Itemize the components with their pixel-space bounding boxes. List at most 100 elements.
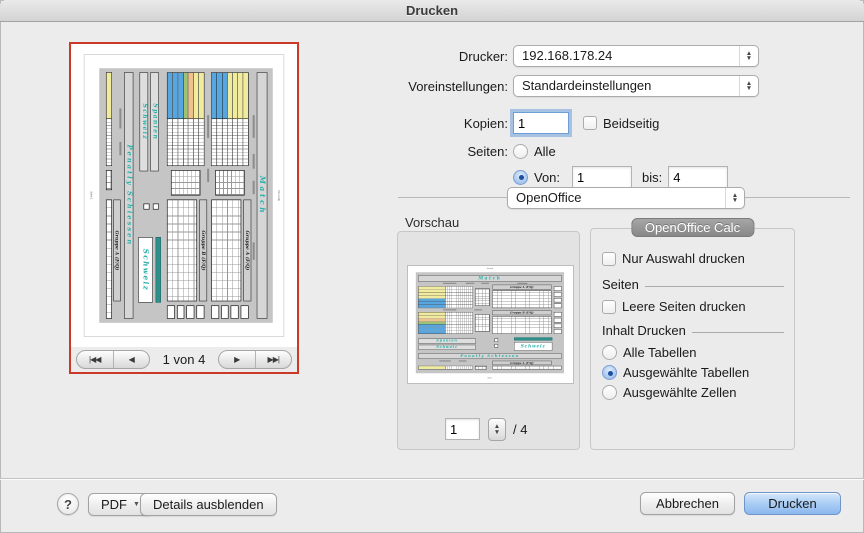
section-divider: [692, 332, 784, 333]
pages-to-label: bis:: [642, 170, 662, 185]
printer-popup[interactable]: 192.168.178.24 ▲ ▼: [513, 45, 759, 67]
micro-text-bar: [253, 181, 255, 194]
only-selection-checkbox[interactable]: [602, 252, 616, 266]
micro-text-bar: [481, 283, 489, 284]
micro-text-bar: [207, 169, 209, 182]
micro-text-bar: [207, 115, 209, 138]
pages-all-label: Alle: [534, 144, 556, 159]
sheet-header-text: Vorrunde: [408, 268, 572, 270]
sheet-grid-a2: [106, 170, 112, 190]
preview-section-label: Vorschau: [405, 215, 459, 230]
sheet-side-cells: [211, 305, 249, 318]
pages-from-label: Von:: [534, 170, 560, 185]
sheet-group-b-header: Gruppe B (F/Q): [492, 310, 551, 315]
copies-input[interactable]: [513, 112, 569, 134]
sheet-group-a-header: Gruppe A (F/Q): [243, 200, 251, 302]
printer-label: Drucker:: [380, 49, 508, 64]
duplex-checkbox[interactable]: [583, 116, 597, 130]
sheet-penalty-title: Penatly Schiessen: [418, 353, 562, 358]
sheet-grid-a2: [475, 366, 487, 370]
disclosure-arrow-icon: ▼: [133, 501, 140, 508]
sheet-group-a2-header: Gruppe A (F/Q): [113, 200, 120, 302]
cancel-button[interactable]: Abbrechen: [640, 492, 735, 515]
help-button[interactable]: ?: [57, 493, 79, 515]
sheet-table-a: [211, 72, 249, 166]
micro-text-bar: [466, 283, 475, 284]
pages-section-label: Seiten: [602, 277, 639, 292]
first-page-button[interactable]: |◀◀: [77, 351, 113, 368]
pages-range-radio[interactable]: [513, 170, 528, 185]
dialog-title: Drucken: [0, 0, 864, 22]
sheet-schweiz-label: Schweiz: [139, 72, 148, 171]
selected-cells-radio[interactable]: [602, 385, 617, 400]
sheet-results-a2: [106, 200, 112, 319]
preview-page: Vorrunde Match Gruppe A (F/Q) Gruppe B (…: [408, 266, 573, 383]
micro-text-bar: [253, 242, 255, 259]
sheet-winner-bar: [514, 337, 552, 340]
last-page-button[interactable]: ▶▶|: [255, 351, 292, 368]
hide-details-button[interactable]: Details ausblenden: [140, 493, 277, 516]
calc-options-panel: OpenOffice Calc Nur Auswahl drucken Seit…: [590, 228, 795, 450]
section-divider: [645, 286, 784, 287]
page-stepper[interactable]: ▲ ▼: [488, 418, 506, 441]
pages-section-header: Seiten: [602, 277, 784, 292]
app-options-popup[interactable]: OpenOffice ▲ ▼: [507, 187, 745, 209]
empty-pages-checkbox[interactable]: [602, 300, 616, 314]
sheet-grid-a: [475, 289, 490, 306]
pages-all-radio[interactable]: [513, 144, 528, 159]
micro-text-bar: [253, 115, 255, 138]
cancel-label: Abbrechen: [656, 496, 719, 511]
print-page-sheet: Vorrunde Match Gruppe A (F/Q) Gruppe B (…: [85, 55, 284, 336]
down-arrow-icon: ▼: [746, 56, 752, 61]
next-page-icon: ▶: [234, 355, 239, 364]
all-tables-radio[interactable]: [602, 345, 617, 360]
next-page-button[interactable]: ▶: [219, 351, 255, 368]
sheet-side-cells: [167, 305, 205, 318]
empty-pages-row: Leere Seiten drucken: [602, 299, 746, 314]
duplex-label: Beidseitig: [603, 116, 659, 131]
sheet-schweiz-label: Schweiz: [418, 345, 476, 350]
micro-text-bar: [119, 108, 121, 128]
previous-page-icon: ◀: [129, 355, 134, 364]
micro-text-bar: [443, 309, 456, 310]
sheet-grid-b: [171, 170, 200, 195]
pages-from-input[interactable]: [572, 166, 632, 188]
hide-details-label: Details ausblenden: [153, 497, 264, 512]
sheet-table-a: [418, 286, 473, 308]
page-thumbnail-widget: Vorrunde Match Gruppe A (F/Q) Gruppe B (…: [69, 42, 299, 374]
sheet-header-text: Vorrunde: [277, 55, 280, 336]
previous-page-button[interactable]: ◀: [113, 351, 150, 368]
pdf-button-label: PDF: [101, 497, 127, 512]
printer-row: Drucker: 192.168.178.24 ▲ ▼: [380, 45, 759, 67]
sheet-spanien-label: Spanien: [418, 339, 476, 344]
selected-tables-row: Ausgewählte Tabellen: [602, 365, 749, 380]
pages-all-row: Seiten: Alle: [380, 144, 556, 159]
micro-text-bar: [459, 360, 467, 361]
sheet-table-b: [418, 312, 473, 334]
pages-to-input[interactable]: [668, 166, 728, 188]
sheet-content: Match Gruppe A (F/Q) Gruppe B (F/Q): [416, 272, 564, 373]
sheet-table-b: [167, 72, 205, 166]
sheet-table-a2: [418, 366, 473, 370]
empty-pages-label: Leere Seiten drucken: [622, 299, 746, 314]
popup-arrows-icon: ▲ ▼: [739, 76, 758, 96]
popup-arrows-icon: ▲ ▼: [725, 188, 744, 208]
sheet-table-a2: [106, 72, 112, 166]
print-dialog: Drucken Vorrunde Match Gruppe A (F/Q): [0, 0, 864, 533]
selected-cells-row: Ausgewählte Zellen: [602, 385, 736, 400]
micro-text-bar: [253, 154, 255, 169]
sheet-small-cell: [143, 204, 149, 210]
sheet-winner-bar: [156, 237, 161, 303]
sheet-grid-a: [215, 170, 244, 195]
pager-back-group: |◀◀ ◀: [76, 350, 150, 369]
presets-popup[interactable]: Standardeinstellungen ▲ ▼: [513, 75, 759, 97]
copies-label: Kopien:: [380, 116, 508, 131]
selected-tables-radio[interactable]: [602, 365, 617, 380]
micro-text-bar: [443, 283, 456, 284]
sheet-match-title: Match: [257, 72, 268, 319]
presets-popup-value: Standardeinstellungen: [514, 76, 739, 96]
sheet-side-cells: [554, 286, 562, 308]
preview-page-input[interactable]: [445, 418, 480, 440]
print-button[interactable]: Drucken: [744, 492, 841, 515]
sheet-winner-box: Schweiz: [514, 342, 552, 351]
